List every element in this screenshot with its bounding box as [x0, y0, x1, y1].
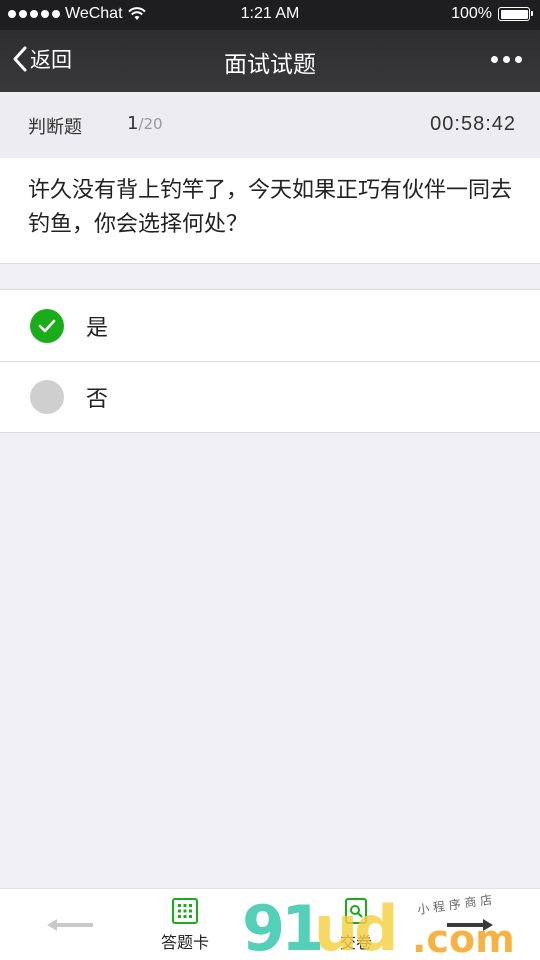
question-total: /20: [138, 115, 163, 133]
arrow-right-icon: [447, 919, 493, 931]
page-title: 面试试题: [224, 52, 316, 78]
bottom-toolbar: 答题卡 交卷: [0, 888, 540, 960]
option-yes[interactable]: 是: [0, 290, 540, 361]
option-label: 否: [86, 387, 109, 412]
options-list: 是 否: [0, 289, 540, 433]
battery-percent: 100%: [451, 5, 492, 22]
countdown-timer: 00:58:42: [430, 113, 516, 135]
radio-unchecked-icon: [30, 380, 64, 414]
checkmark-icon: [30, 308, 64, 343]
answer-card-label: 答题卡: [160, 933, 209, 952]
submit-button[interactable]: 交卷: [328, 889, 384, 960]
grid-icon: [172, 898, 198, 924]
nav-bar: 返回 面试试题: [0, 30, 540, 92]
next-question-button[interactable]: [440, 889, 500, 960]
answer-card-button[interactable]: 答题卡: [150, 889, 220, 960]
document-search-icon: [345, 898, 367, 924]
arrow-left-icon: [47, 919, 93, 931]
battery-icon: [498, 7, 533, 21]
battery-group: 100%: [451, 5, 533, 23]
question-progress: 1/20: [127, 113, 163, 134]
question-text: 许久没有背上钓竿了，今天如果正巧有伙伴一同去钓鱼，你会选择何处？: [0, 158, 540, 264]
more-icon: [491, 56, 498, 63]
question-header: 判断题 1/20 00:58:42: [0, 92, 540, 158]
option-label: 是: [86, 315, 109, 341]
option-no[interactable]: 否: [0, 361, 540, 432]
submit-label: 交卷: [339, 933, 372, 952]
status-bar: WeChat 1:21 AM 100%: [0, 0, 540, 30]
question-current: 1: [127, 113, 139, 134]
prev-question-button[interactable]: [40, 889, 100, 960]
more-button[interactable]: [491, 56, 522, 63]
question-type: 判断题: [28, 117, 82, 138]
